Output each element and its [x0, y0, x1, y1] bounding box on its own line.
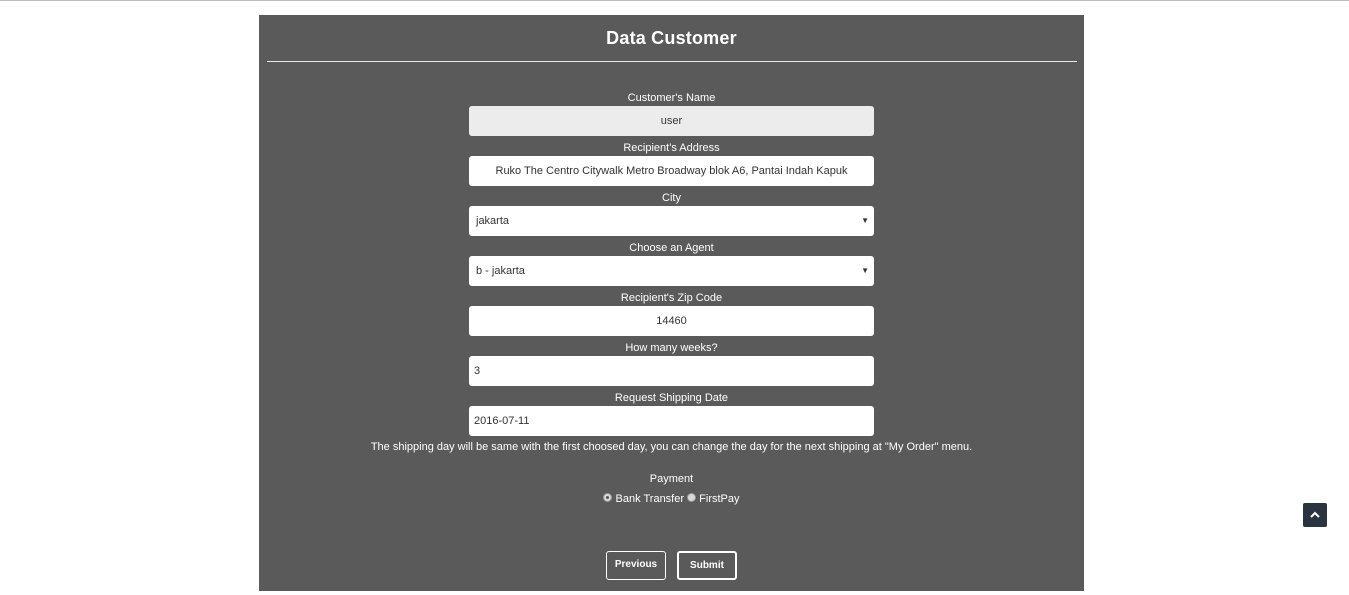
scroll-to-top-button[interactable] [1303, 503, 1327, 527]
bank-transfer-label[interactable]: Bank Transfer [616, 493, 684, 505]
address-field[interactable]: Ruko The Centro Citywalk Metro Broadway … [469, 156, 874, 186]
payment-label: Payment [649, 473, 694, 485]
shipping-note: The shipping day will be same with the f… [370, 441, 973, 453]
caret-down-icon: ▼ [861, 266, 869, 275]
zip-label: Recipient's Zip Code [620, 292, 723, 304]
agent-selected-value: b - jakarta [476, 265, 525, 277]
weeks-field[interactable]: 3 [469, 356, 874, 386]
address-label: Recipient's Address [623, 142, 720, 154]
shipping-date-field[interactable]: 2016-07-11 [469, 406, 874, 436]
submit-button[interactable]: Submit [677, 551, 737, 580]
firstpay-radio[interactable] [687, 493, 697, 502]
city-label: City [662, 192, 681, 204]
caret-down-icon: ▼ [861, 216, 869, 225]
zip-field[interactable]: 14460 [469, 306, 874, 336]
bank-transfer-radio[interactable] [603, 493, 613, 502]
customer-form-panel: Data Customer Customer's Name user Recip… [259, 15, 1084, 591]
agent-select[interactable]: b - jakarta ▼ [469, 256, 874, 286]
firstpay-label[interactable]: FirstPay [699, 493, 739, 505]
weeks-label: How many weeks? [625, 342, 718, 354]
shipping-date-label: Request Shipping Date [614, 392, 729, 404]
payment-options: Bank Transfer FirstPay [259, 493, 1084, 505]
chevron-up-icon [1310, 511, 1320, 518]
customer-name-label: Customer's Name [627, 92, 716, 104]
city-selected-value: jakarta [476, 215, 510, 227]
customer-name-field: user [469, 106, 874, 136]
page-title: Data Customer [606, 28, 737, 48]
city-select[interactable]: jakarta ▼ [469, 206, 874, 236]
previous-button[interactable]: Previous [606, 551, 666, 580]
agent-label: Choose an Agent [629, 242, 714, 254]
title-divider [267, 61, 1077, 62]
